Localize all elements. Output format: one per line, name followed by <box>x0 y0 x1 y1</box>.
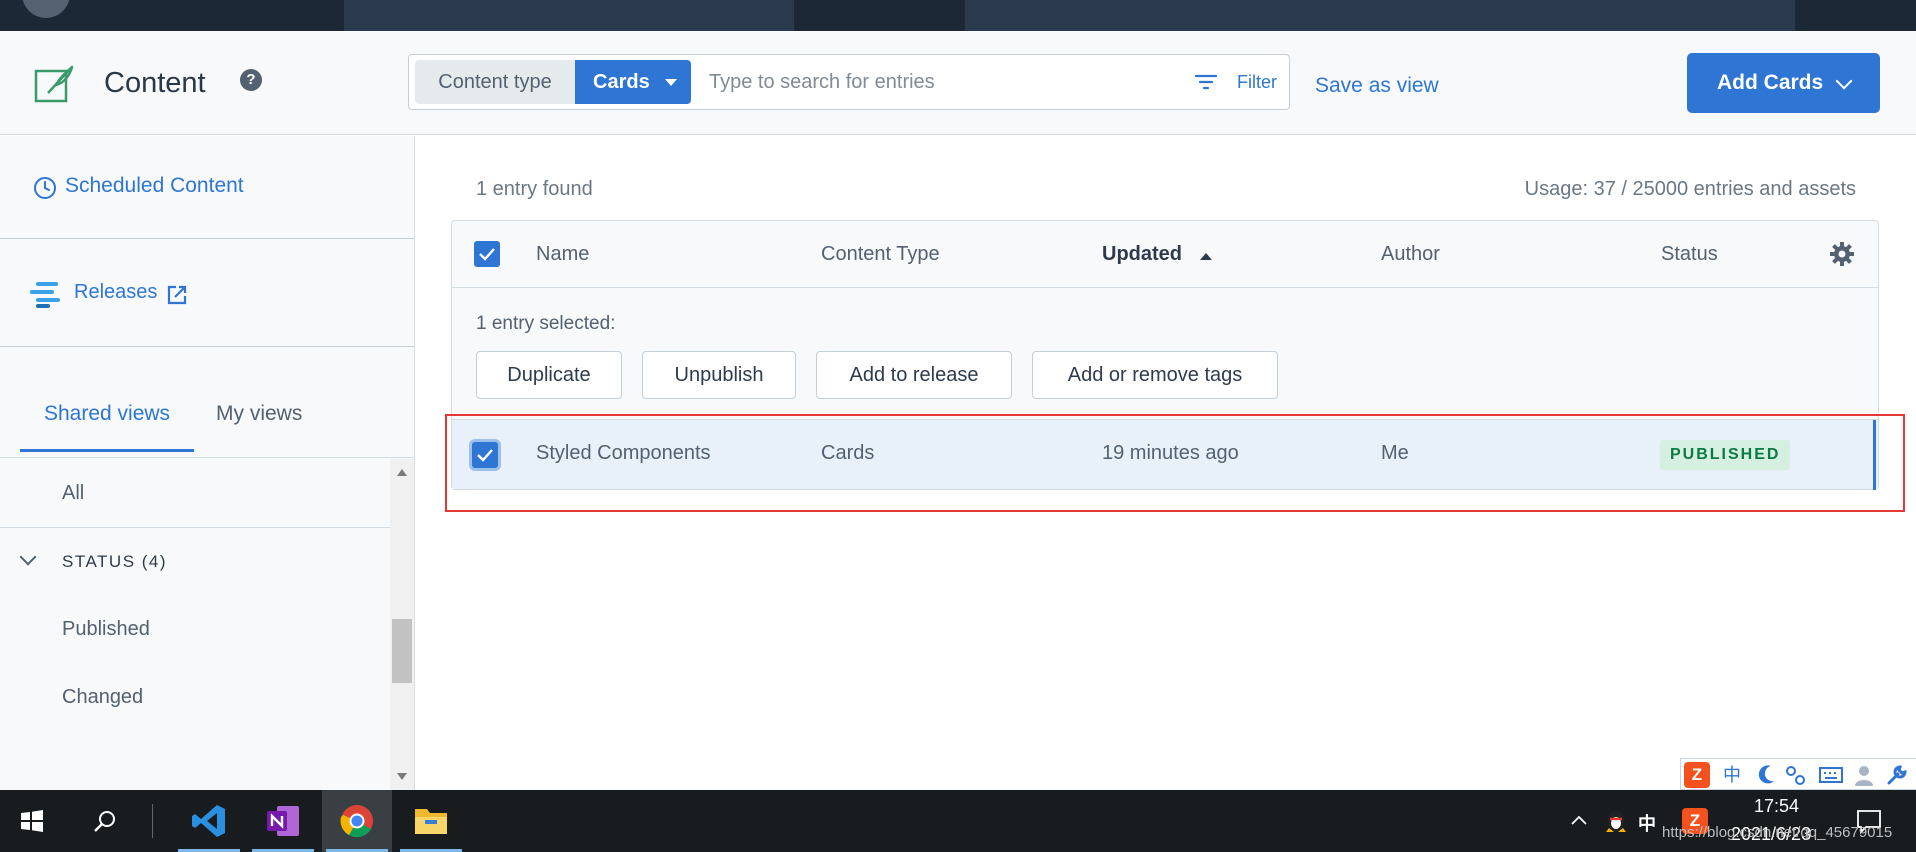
add-entry-button[interactable]: Add Cards <box>1687 53 1880 113</box>
moon-icon[interactable] <box>1757 763 1777 787</box>
windows-taskbar: 中 Z 17:54 2021/6/23 <box>0 790 1916 852</box>
content-type-value: Cards <box>593 71 650 93</box>
entry-author: Me <box>1381 442 1409 464</box>
releases-icon <box>30 282 60 308</box>
tray-chevron-up-icon[interactable] <box>1570 814 1588 826</box>
tray-ime-indicator[interactable]: 中 <box>1638 810 1656 836</box>
bulk-selection-label: 1 entry selected: <box>476 313 616 334</box>
taskbar-file-explorer[interactable] <box>396 790 466 852</box>
windows-start-icon[interactable] <box>20 809 44 833</box>
vscode-icon <box>192 805 225 837</box>
clock-time[interactable]: 17:54 <box>1754 796 1799 817</box>
unpublish-button[interactable]: Unpublish <box>642 351 796 399</box>
checkmark-icon <box>479 248 495 261</box>
taskbar-vscode[interactable] <box>174 790 244 852</box>
gear-icon[interactable] <box>1829 241 1855 267</box>
taskbar-onenote[interactable] <box>248 790 318 852</box>
column-name[interactable]: Name <box>536 243 589 266</box>
punctuation-icon[interactable] <box>1785 763 1807 787</box>
entries-found-count: 1 entry found <box>476 178 593 200</box>
keyboard-icon[interactable] <box>1819 763 1843 787</box>
app-nav-bar <box>0 0 1916 31</box>
scroll-down-arrow-icon[interactable] <box>397 773 407 780</box>
wrench-icon[interactable] <box>1885 763 1909 787</box>
filter-button[interactable]: Filter <box>1185 65 1281 99</box>
external-link-icon <box>167 285 187 305</box>
view-published[interactable]: Published <box>0 599 390 659</box>
chevron-down-icon <box>1835 72 1853 90</box>
taskbar-chrome[interactable] <box>322 790 392 852</box>
nav-search-area[interactable] <box>965 0 1795 31</box>
sort-ascending-icon[interactable] <box>1200 253 1212 260</box>
column-updated[interactable]: Updated <box>1102 243 1182 266</box>
search-icon[interactable] <box>92 809 118 835</box>
views-sidebar: Scheduled Content Releases Shared views … <box>0 136 415 790</box>
checkmark-icon <box>477 449 493 462</box>
table-header: Name Content Type Updated Author Status <box>452 221 1878 288</box>
entry-updated: 19 minutes ago <box>1102 442 1239 464</box>
select-all-checkbox[interactable] <box>474 241 500 267</box>
watermark-url: https://blog.csdn.net/qq_45679015 <box>1662 824 1893 841</box>
nav-tab-group[interactable] <box>344 0 794 31</box>
status-group-toggle[interactable]: STATUS (4) <box>0 529 390 595</box>
help-icon[interactable]: ? <box>240 69 262 91</box>
add-entry-label: Add Cards <box>1717 71 1824 94</box>
page-title: Content <box>104 67 206 99</box>
views-tabs: Shared views My views <box>0 348 414 458</box>
sidebar-scrollbar[interactable] <box>390 459 414 790</box>
content-type-select[interactable]: Cards <box>575 60 691 104</box>
user-icon[interactable] <box>1853 763 1875 787</box>
releases-link[interactable]: Releases <box>0 240 414 347</box>
usage-info: Usage: 37 / 25000 entries and assets <box>1524 178 1856 200</box>
column-content-type[interactable]: Content Type <box>821 243 940 266</box>
table-row[interactable]: Styled Components Cards 19 minutes ago M… <box>452 419 1878 490</box>
workbench-header: Content ? Content type Cards Filter Save… <box>0 31 1916 135</box>
folder-icon <box>415 809 447 834</box>
row-focus-indicator <box>1873 420 1876 490</box>
entry-list-area: 1 entry found Usage: 37 / 25000 entries … <box>416 136 1916 790</box>
scroll-up-arrow-icon[interactable] <box>397 469 407 476</box>
search-bar[interactable]: Content type Cards Filter <box>408 54 1290 110</box>
scheduled-content-link[interactable]: Scheduled Content <box>0 136 414 239</box>
row-checkbox[interactable] <box>472 442 498 468</box>
views-list: All STATUS (4) Published Changed <box>0 459 390 790</box>
add-to-release-button[interactable]: Add to release <box>816 351 1012 399</box>
save-as-view-link[interactable]: Save as view <box>1315 74 1439 98</box>
releases-label: Releases <box>74 281 158 303</box>
search-input[interactable] <box>709 63 1159 101</box>
scroll-thumb[interactable] <box>392 619 412 683</box>
ime-logo-icon[interactable]: Z <box>1684 762 1710 788</box>
duplicate-button[interactable]: Duplicate <box>476 351 622 399</box>
column-status[interactable]: Status <box>1661 243 1718 266</box>
chrome-icon <box>340 805 373 838</box>
scheduled-content-label: Scheduled Content <box>65 174 244 197</box>
taskbar-divider <box>152 804 153 838</box>
qq-penguin-icon[interactable] <box>1604 808 1628 834</box>
caret-down-icon <box>665 79 677 86</box>
chevron-down-icon <box>19 548 37 566</box>
tab-shared-views[interactable]: Shared views <box>20 402 195 452</box>
status-group-label: STATUS (4) <box>62 552 168 571</box>
add-remove-tags-button[interactable]: Add or remove tags <box>1032 351 1278 399</box>
onenote-icon <box>267 806 299 836</box>
entry-content-type: Cards <box>821 442 875 464</box>
ime-toolbar: Z 中 <box>1680 758 1916 790</box>
status-badge: PUBLISHED <box>1660 440 1791 470</box>
entry-name[interactable]: Styled Components <box>536 442 711 465</box>
entries-table: Name Content Type Updated Author Status <box>451 220 1879 490</box>
clock-icon <box>34 177 56 199</box>
filter-label: Filter <box>1237 72 1277 92</box>
ime-language-indicator[interactable]: 中 <box>1723 763 1741 787</box>
column-author[interactable]: Author <box>1381 243 1440 266</box>
content-feather-icon <box>34 65 74 103</box>
view-all[interactable]: All <box>0 459 390 528</box>
filter-icon <box>1195 74 1217 90</box>
account-avatar[interactable] <box>22 0 70 18</box>
content-type-pill-label: Content type <box>415 60 575 104</box>
tab-my-views[interactable]: My views <box>192 402 326 452</box>
view-changed[interactable]: Changed <box>0 667 390 727</box>
